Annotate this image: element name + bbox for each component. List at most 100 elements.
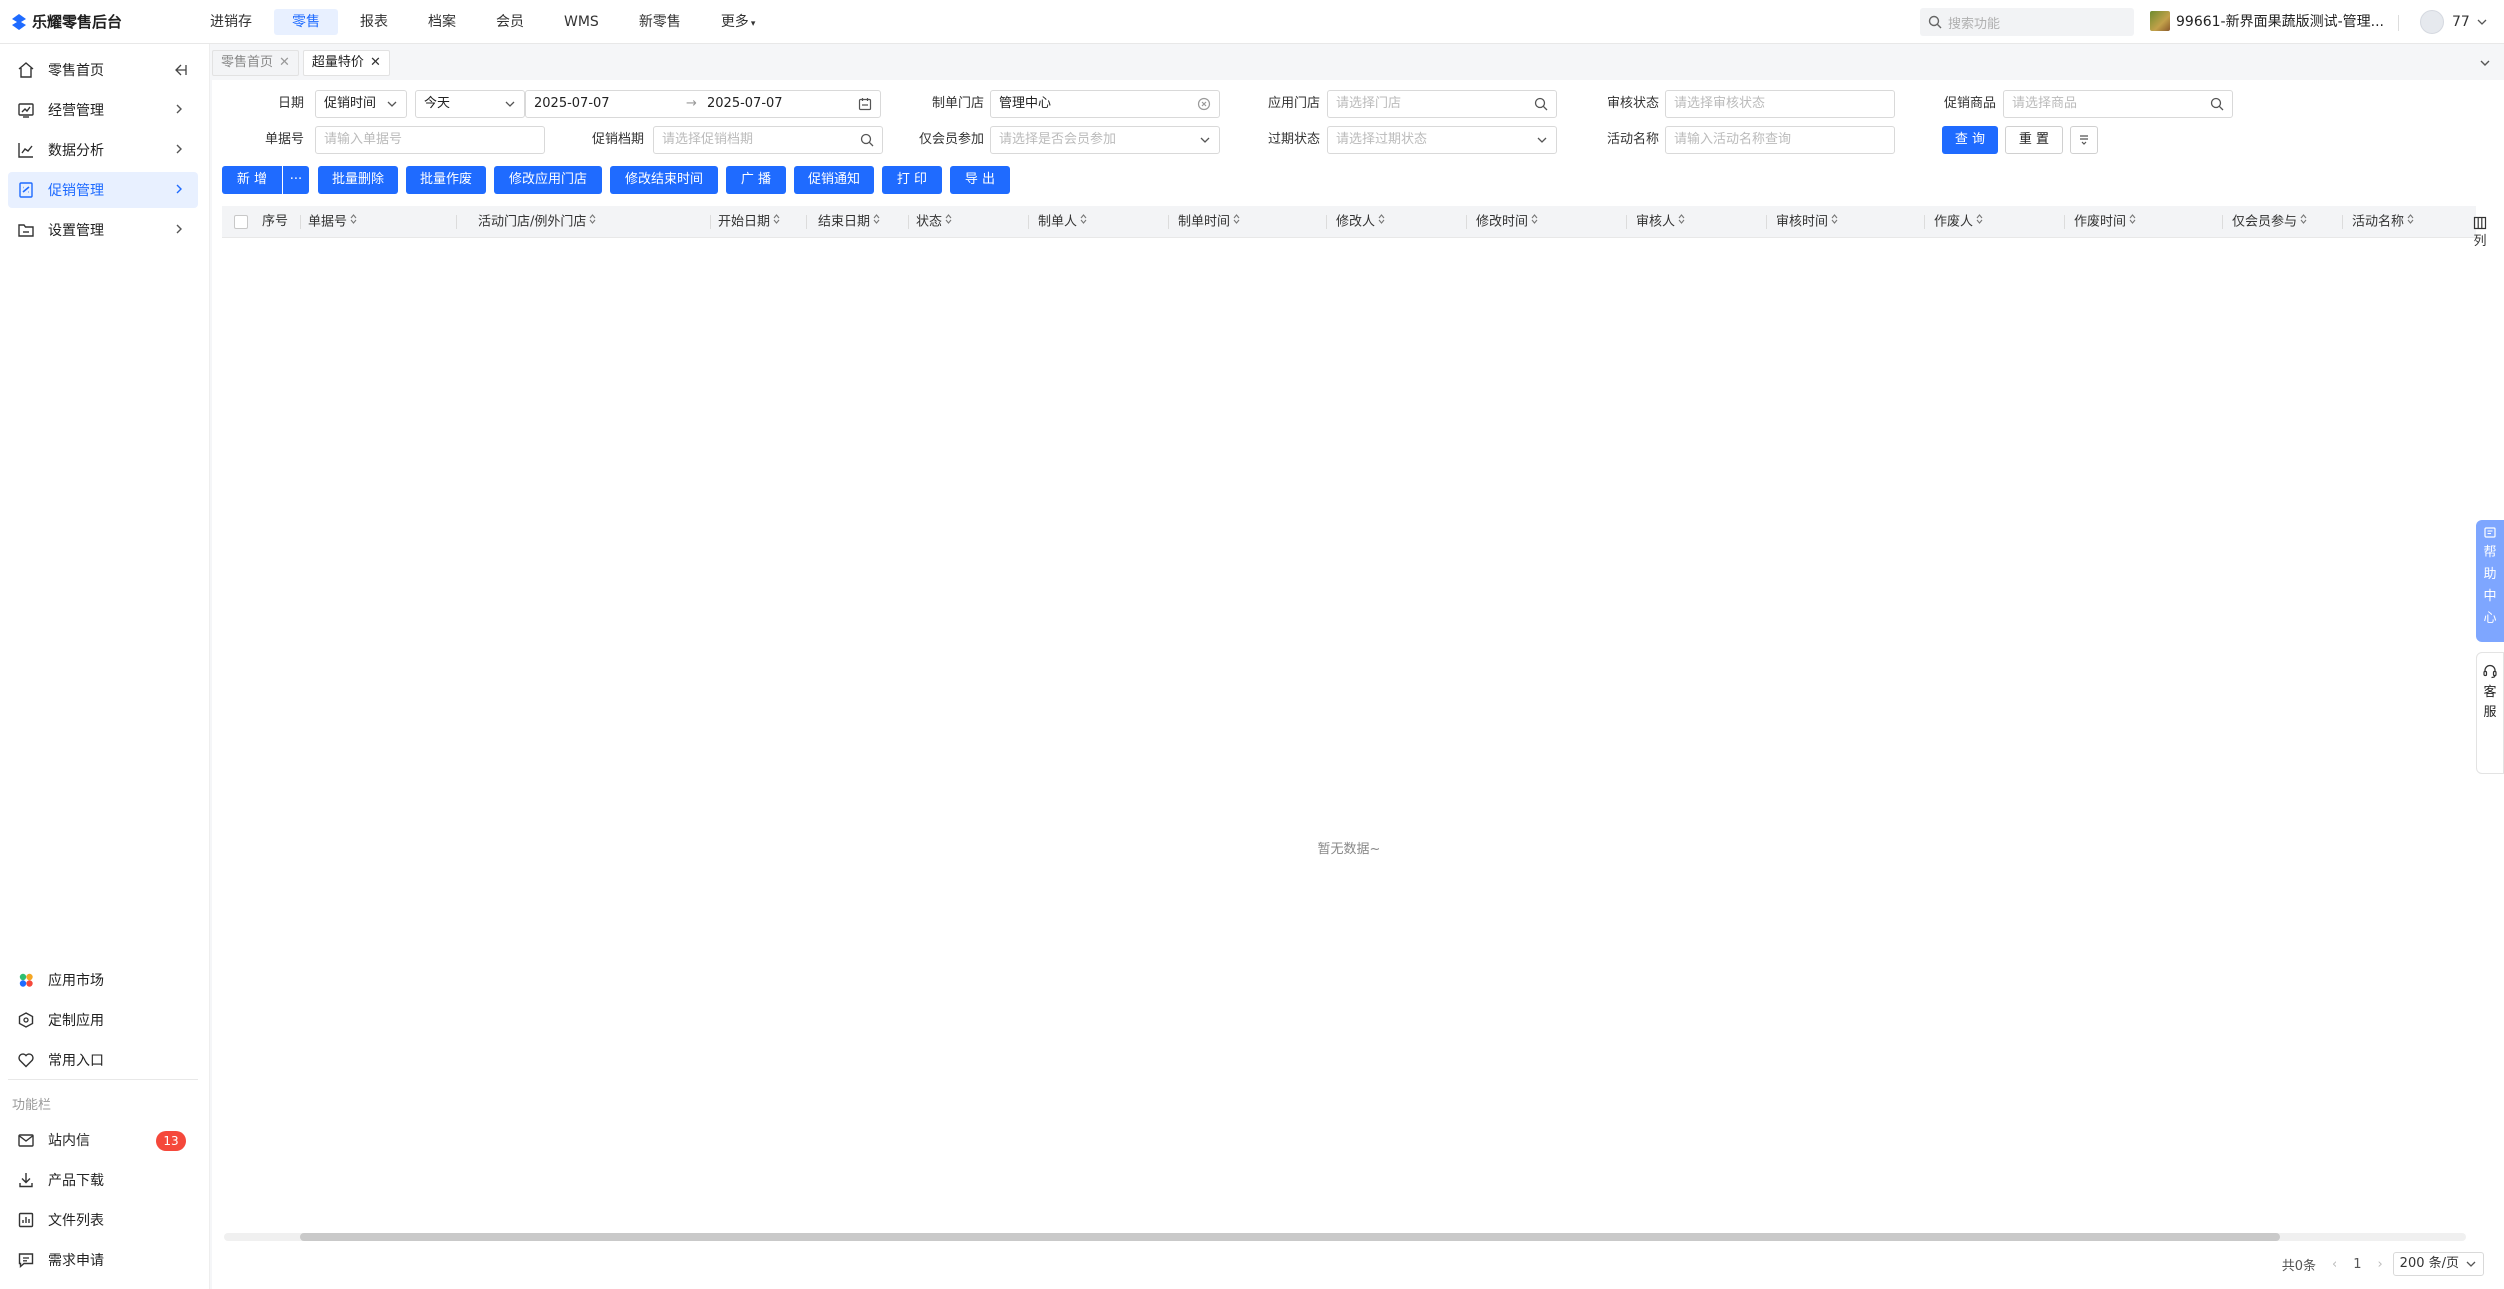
- scrollbar-thumb[interactable]: [300, 1233, 2280, 1241]
- nav-item-new-retail[interactable]: 新零售: [621, 9, 699, 35]
- sidebar-item-settings[interactable]: 设置管理: [8, 212, 198, 248]
- sort-icon[interactable]: [1233, 206, 1240, 238]
- print-button[interactable]: 打 印: [882, 166, 942, 194]
- column-header[interactable]: 仅会员参与: [2232, 206, 2307, 238]
- date-start-value[interactable]: 2025-07-07: [534, 96, 610, 111]
- promo-schedule-select[interactable]: 请选择促销档期: [653, 126, 883, 154]
- member-only-label: 仅会员参加: [918, 132, 984, 147]
- sidebar-item-data-analysis[interactable]: 数据分析: [8, 132, 198, 168]
- sidebar-item-custom-apps[interactable]: 定制应用: [8, 1002, 198, 1038]
- broadcast-button[interactable]: 广 播: [726, 166, 786, 194]
- add-button[interactable]: 新 增: [222, 166, 282, 194]
- column-header[interactable]: 开始日期: [718, 206, 780, 238]
- column-header[interactable]: 审核人: [1636, 206, 1685, 238]
- sidebar-item-file-list[interactable]: 文件列表: [8, 1202, 198, 1238]
- help-center-button[interactable]: 帮 助 中 心: [2476, 520, 2504, 642]
- apply-store-select[interactable]: 请选择门店: [1327, 90, 1557, 118]
- date-preset-select[interactable]: 今天: [415, 90, 525, 118]
- tab-retail-home[interactable]: 零售首页 ✕: [212, 50, 299, 76]
- nav-item-reports[interactable]: 报表: [342, 9, 406, 35]
- customer-service-button[interactable]: 客 服: [2476, 652, 2504, 774]
- prev-page-button[interactable]: ‹: [2332, 1257, 2337, 1272]
- sidebar-item-business[interactable]: 经营管理: [8, 92, 198, 128]
- sidebar-item-request[interactable]: 需求申请: [8, 1242, 198, 1278]
- column-header[interactable]: 审核时间: [1776, 206, 1838, 238]
- column-header[interactable]: 作废人: [1934, 206, 1983, 238]
- nav-item-inventory[interactable]: 进销存: [192, 9, 270, 35]
- sidebar-item-promotion[interactable]: 促销管理: [8, 172, 198, 208]
- collapse-sidebar-icon[interactable]: [172, 62, 188, 78]
- collapse-filter-button[interactable]: [2070, 126, 2098, 154]
- sort-icon[interactable]: [2129, 206, 2136, 238]
- user-menu[interactable]: 77: [2420, 10, 2488, 34]
- column-header[interactable]: 制单时间: [1178, 206, 1240, 238]
- sidebar-item-retail-home[interactable]: 零售首页: [8, 52, 198, 88]
- horizontal-scrollbar[interactable]: [224, 1233, 2466, 1241]
- activity-name-input[interactable]: 请输入活动名称查询: [1665, 126, 1895, 154]
- current-page[interactable]: 1: [2353, 1257, 2361, 1272]
- member-only-select[interactable]: 请选择是否会员参加: [990, 126, 1220, 154]
- nav-item-members[interactable]: 会员: [478, 9, 542, 35]
- export-button[interactable]: 导 出: [950, 166, 1010, 194]
- date-end-value[interactable]: 2025-07-07: [707, 91, 783, 117]
- add-more-button[interactable]: ···: [283, 166, 309, 194]
- function-search-input[interactable]: 搜索功能: [1920, 8, 2134, 36]
- doc-no-input[interactable]: 请输入单据号: [315, 126, 545, 154]
- modify-end-time-button[interactable]: 修改结束时间: [610, 166, 718, 194]
- sidebar-item-app-market[interactable]: 应用市场: [8, 962, 198, 998]
- batch-delete-button[interactable]: 批量删除: [318, 166, 398, 194]
- sort-icon[interactable]: [589, 206, 596, 238]
- column-header[interactable]: 修改时间: [1476, 206, 1538, 238]
- modify-store-button[interactable]: 修改应用门店: [494, 166, 602, 194]
- sort-icon[interactable]: [873, 206, 880, 238]
- nav-item-more[interactable]: 更多 ▾: [703, 9, 774, 35]
- date-type-select[interactable]: 促销时间: [315, 90, 407, 118]
- promo-goods-select[interactable]: 请选择商品: [2003, 90, 2233, 118]
- app-logo[interactable]: 乐耀零售后台: [0, 11, 200, 32]
- sort-icon[interactable]: [1378, 206, 1385, 238]
- org-switcher[interactable]: 99661-新界面果蔬版测试-管理...: [2150, 11, 2384, 31]
- column-header[interactable]: 制单人: [1038, 206, 1087, 238]
- sort-icon[interactable]: [1080, 206, 1087, 238]
- batch-void-button[interactable]: 批量作废: [406, 166, 486, 194]
- sort-icon[interactable]: [773, 206, 780, 238]
- nav-item-archives[interactable]: 档案: [410, 9, 474, 35]
- nav-item-wms[interactable]: WMS: [546, 9, 617, 35]
- sidebar-item-product-download[interactable]: 产品下载: [8, 1162, 198, 1198]
- tab-over-quantity-special[interactable]: 超量特价 ✕: [302, 50, 390, 76]
- audit-status-select[interactable]: 请选择审核状态: [1665, 90, 1895, 118]
- sort-icon[interactable]: [1531, 206, 1538, 238]
- column-settings-button[interactable]: 列: [2466, 206, 2494, 266]
- chevron-down-icon[interactable]: [2478, 56, 2492, 70]
- promo-notice-button[interactable]: 促销通知: [794, 166, 874, 194]
- reset-button[interactable]: 重 置: [2005, 126, 2063, 154]
- sidebar-item-label: 促销管理: [48, 183, 104, 199]
- column-header[interactable]: 状态: [916, 206, 952, 238]
- clear-icon[interactable]: [1197, 97, 1211, 111]
- close-icon[interactable]: ✕: [279, 51, 290, 75]
- sort-icon[interactable]: [1831, 206, 1838, 238]
- column-header[interactable]: 作废时间: [2074, 206, 2136, 238]
- sidebar-item-messages[interactable]: 站内信 13: [8, 1122, 198, 1158]
- sidebar-item-common-entry[interactable]: 常用入口: [8, 1042, 198, 1078]
- column-header[interactable]: 活动名称: [2352, 206, 2414, 238]
- column-header[interactable]: 修改人: [1336, 206, 1385, 238]
- column-header[interactable]: 活动门店/例外门店: [478, 206, 596, 238]
- sort-icon[interactable]: [1976, 206, 1983, 238]
- sort-icon[interactable]: [350, 206, 357, 238]
- date-range-picker[interactable]: 2025-07-07 → 2025-07-07: [525, 90, 881, 118]
- next-page-button[interactable]: ›: [2377, 1257, 2382, 1272]
- query-button[interactable]: 查 询: [1942, 126, 1998, 154]
- page-size-select[interactable]: 200 条/页: [2392, 1252, 2484, 1276]
- column-header[interactable]: 结束日期: [818, 206, 880, 238]
- column-header[interactable]: 单据号: [308, 206, 357, 238]
- sort-icon[interactable]: [945, 206, 952, 238]
- sort-icon[interactable]: [2300, 206, 2307, 238]
- expire-status-select[interactable]: 请选择过期状态: [1327, 126, 1557, 154]
- sort-icon[interactable]: [2407, 206, 2414, 238]
- sort-icon[interactable]: [1678, 206, 1685, 238]
- maker-store-select[interactable]: 管理中心: [990, 90, 1220, 118]
- close-icon[interactable]: ✕: [370, 51, 381, 75]
- nav-item-retail[interactable]: 零售: [274, 8, 338, 35]
- select-all-checkbox[interactable]: [234, 215, 248, 229]
